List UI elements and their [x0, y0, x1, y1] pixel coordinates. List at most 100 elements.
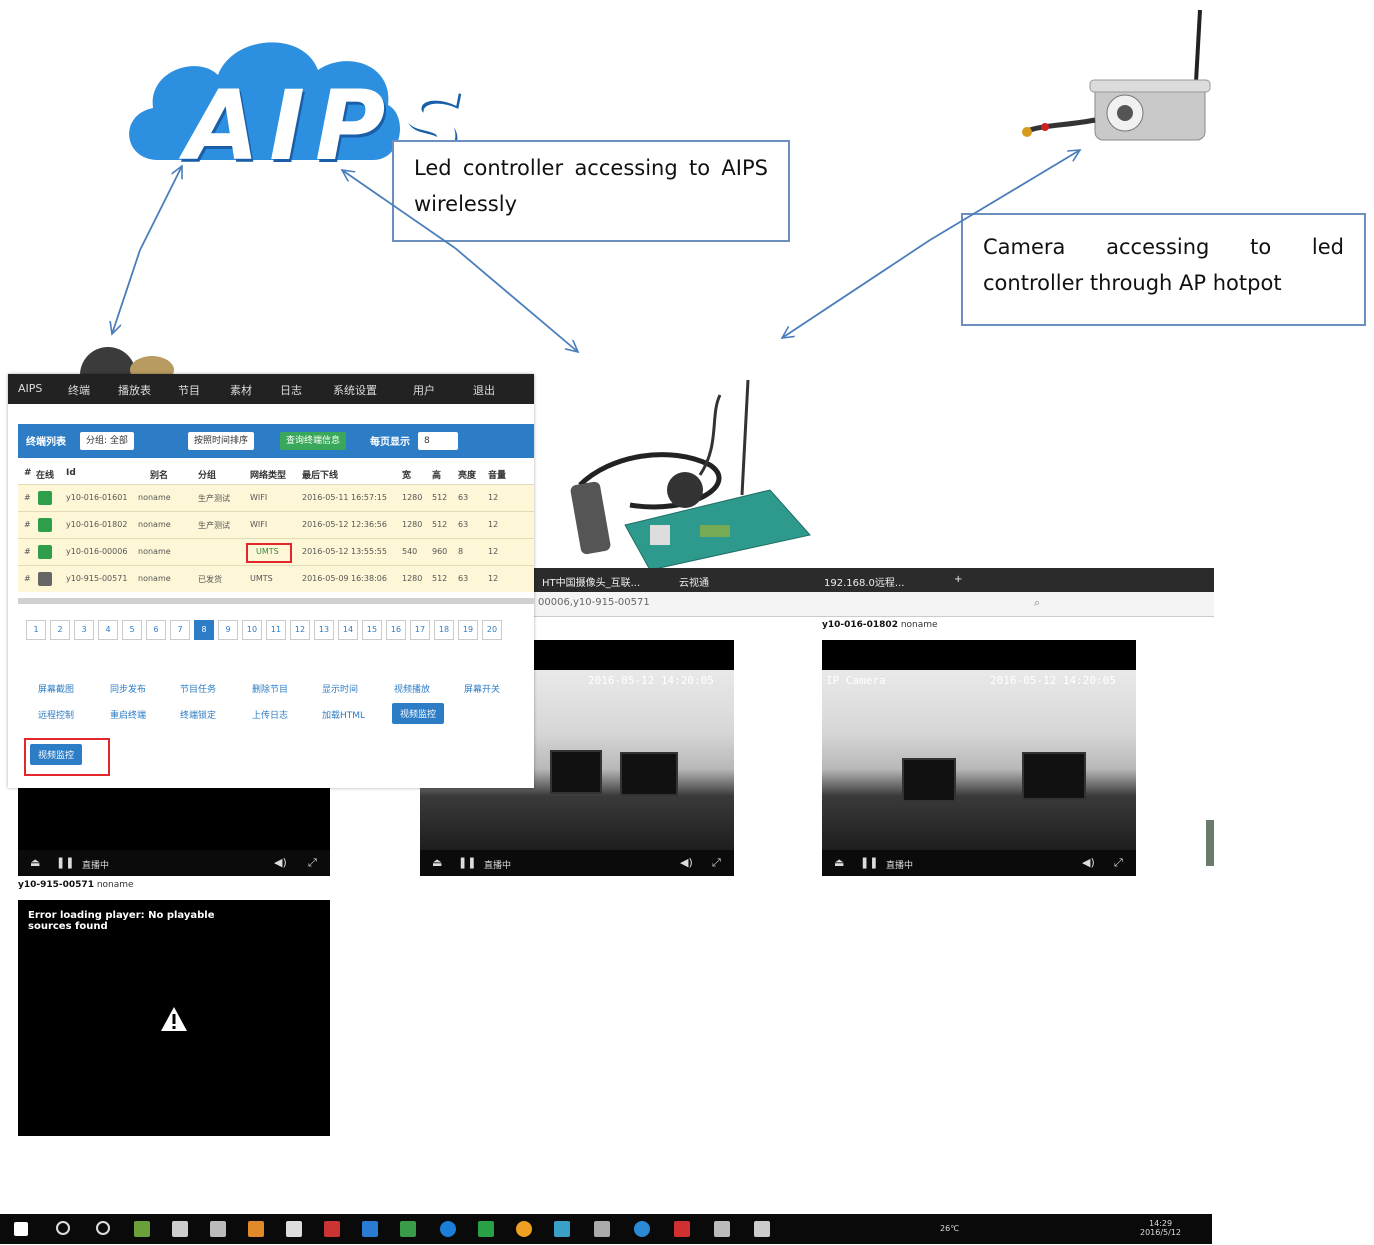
app-icon[interactable]: [674, 1221, 690, 1237]
sort-button[interactable]: 按照时间排序: [188, 432, 255, 450]
page-link[interactable]: 18: [434, 620, 454, 640]
pause-icon[interactable]: ❚❚: [860, 856, 878, 869]
browser-tab[interactable]: HT中国摄像头_互联...: [542, 574, 640, 589]
query-button[interactable]: 查询终端信息: [280, 432, 347, 450]
page-link[interactable]: 6: [146, 620, 166, 640]
app-icon[interactable]: [754, 1221, 770, 1237]
row-id[interactable]: y10-016-01802: [66, 520, 127, 529]
page-link[interactable]: 8: [194, 620, 214, 640]
function-video-play[interactable]: 视频播放: [394, 682, 430, 695]
page-link[interactable]: 15: [362, 620, 382, 640]
fullscreen-icon[interactable]: ⤢: [712, 856, 721, 870]
cortana-icon[interactable]: [96, 1221, 110, 1235]
function-sync-publish[interactable]: 同步发布: [110, 682, 146, 695]
page-link[interactable]: 13: [314, 620, 334, 640]
function-lock[interactable]: 终端锁定: [180, 708, 216, 721]
row-id[interactable]: y10-016-01601: [66, 493, 127, 502]
camera-icon[interactable]: ⏏: [834, 856, 844, 869]
app-icon[interactable]: [362, 1221, 378, 1237]
nav-item-media[interactable]: 素材: [230, 382, 252, 398]
row-height: 512: [432, 493, 448, 502]
app-icon[interactable]: [594, 1221, 610, 1237]
per-page-input[interactable]: 8: [418, 432, 458, 450]
function-video-monitor[interactable]: 视频监控: [392, 703, 445, 724]
app-icon[interactable]: [554, 1221, 570, 1237]
browser-tab[interactable]: 云视通: [679, 574, 709, 589]
table-horizontal-scrollbar[interactable]: [18, 598, 534, 604]
page-link[interactable]: 9: [218, 620, 238, 640]
start-icon[interactable]: [14, 1222, 28, 1236]
row-id[interactable]: y10-915-00571: [66, 574, 127, 583]
app-icon[interactable]: [172, 1221, 188, 1237]
nav-item-user[interactable]: 用户: [413, 382, 435, 398]
app-icon[interactable]: [248, 1221, 264, 1237]
page-link[interactable]: 14: [338, 620, 358, 640]
app-icon[interactable]: [324, 1221, 340, 1237]
page-link[interactable]: 1: [26, 620, 46, 640]
group-filter-dropdown[interactable]: 分组: 全部: [80, 432, 134, 450]
function-restart[interactable]: 重启终端: [110, 708, 146, 721]
page-link[interactable]: 20: [482, 620, 502, 640]
ie-icon[interactable]: [440, 1221, 456, 1237]
nav-brand[interactable]: AIPS: [18, 382, 42, 395]
volume-icon[interactable]: ◀): [274, 856, 287, 869]
page-link[interactable]: 5: [122, 620, 142, 640]
app-icon[interactable]: [286, 1221, 302, 1237]
browser-address-bar[interactable]: 00006,y10-915-00571 ⌕: [534, 592, 1214, 617]
clock[interactable]: 14:29 2016/5/12: [1140, 1219, 1181, 1237]
function-delete-program[interactable]: 删除节目: [252, 682, 288, 695]
search-icon[interactable]: [56, 1221, 70, 1235]
nav-item-settings[interactable]: 系统设置: [333, 382, 377, 398]
app-icon[interactable]: [210, 1221, 226, 1237]
row-width: 1280: [402, 493, 423, 502]
row-id[interactable]: y10-016-00006: [66, 547, 127, 556]
video-player-3[interactable]: IP Camera 2016-05-12 14:20:05 ⏏ ❚❚ 直播中 ◀…: [822, 640, 1136, 876]
camera-icon[interactable]: ⏏: [30, 856, 40, 869]
app-icon[interactable]: [714, 1221, 730, 1237]
app-icon[interactable]: [134, 1221, 150, 1237]
table-row[interactable]: # y10-016-01601 noname 生产测试 WIFI 2016-05…: [18, 484, 534, 511]
side-scroll-handle[interactable]: [1206, 820, 1214, 866]
camera-icon[interactable]: ⏏: [432, 856, 442, 869]
fullscreen-icon[interactable]: ⤢: [308, 856, 317, 870]
browser-tab[interactable]: 192.168.0远程...: [824, 574, 904, 589]
function-screenshot[interactable]: 屏幕截图: [38, 682, 74, 695]
app-icon[interactable]: [400, 1221, 416, 1237]
function-screen-switch[interactable]: 屏幕开关: [464, 682, 500, 695]
pause-icon[interactable]: ❚❚: [458, 856, 476, 869]
page-link[interactable]: 4: [98, 620, 118, 640]
function-show-time[interactable]: 显示时间: [322, 682, 358, 695]
table-row[interactable]: # y10-016-01802 noname 生产测试 WIFI 2016-05…: [18, 511, 534, 538]
page-link[interactable]: 3: [74, 620, 94, 640]
nav-item-program[interactable]: 节目: [178, 382, 200, 398]
page-link[interactable]: 12: [290, 620, 310, 640]
offline-check-icon: [38, 572, 52, 586]
page-link[interactable]: 19: [458, 620, 478, 640]
table-row[interactable]: # y10-915-00571 noname 已发货 UMTS 2016-05-…: [18, 565, 534, 592]
weather-text[interactable]: 26℃: [940, 1224, 959, 1233]
nav-item-logout[interactable]: 退出: [473, 382, 495, 398]
page-link[interactable]: 10: [242, 620, 262, 640]
page-link[interactable]: 2: [50, 620, 70, 640]
nav-item-log[interactable]: 日志: [280, 382, 302, 398]
function-load-html[interactable]: 加载HTML: [322, 708, 365, 721]
page-link[interactable]: 17: [410, 620, 430, 640]
nav-item-playlist[interactable]: 播放表: [118, 382, 151, 398]
function-program-task[interactable]: 节目任务: [180, 682, 216, 695]
page-link[interactable]: 11: [266, 620, 286, 640]
pause-icon[interactable]: ❚❚: [56, 856, 74, 869]
nav-item-terminal[interactable]: 终端: [68, 382, 90, 398]
volume-icon[interactable]: ◀): [680, 856, 693, 869]
app-icon[interactable]: [478, 1221, 494, 1237]
app-icon[interactable]: [634, 1221, 650, 1237]
page-link[interactable]: 16: [386, 620, 406, 640]
app-icon[interactable]: [516, 1221, 532, 1237]
new-tab-icon[interactable]: +: [954, 574, 962, 585]
fullscreen-icon[interactable]: ⤢: [1114, 856, 1123, 870]
url-text[interactable]: 00006,y10-915-00571: [538, 597, 650, 608]
function-upload-log[interactable]: 上传日志: [252, 708, 288, 721]
volume-icon[interactable]: ◀): [1082, 856, 1095, 869]
page-link[interactable]: 7: [170, 620, 190, 640]
search-icon[interactable]: ⌕: [1034, 596, 1040, 610]
function-remote-control[interactable]: 远程控制: [38, 708, 74, 721]
